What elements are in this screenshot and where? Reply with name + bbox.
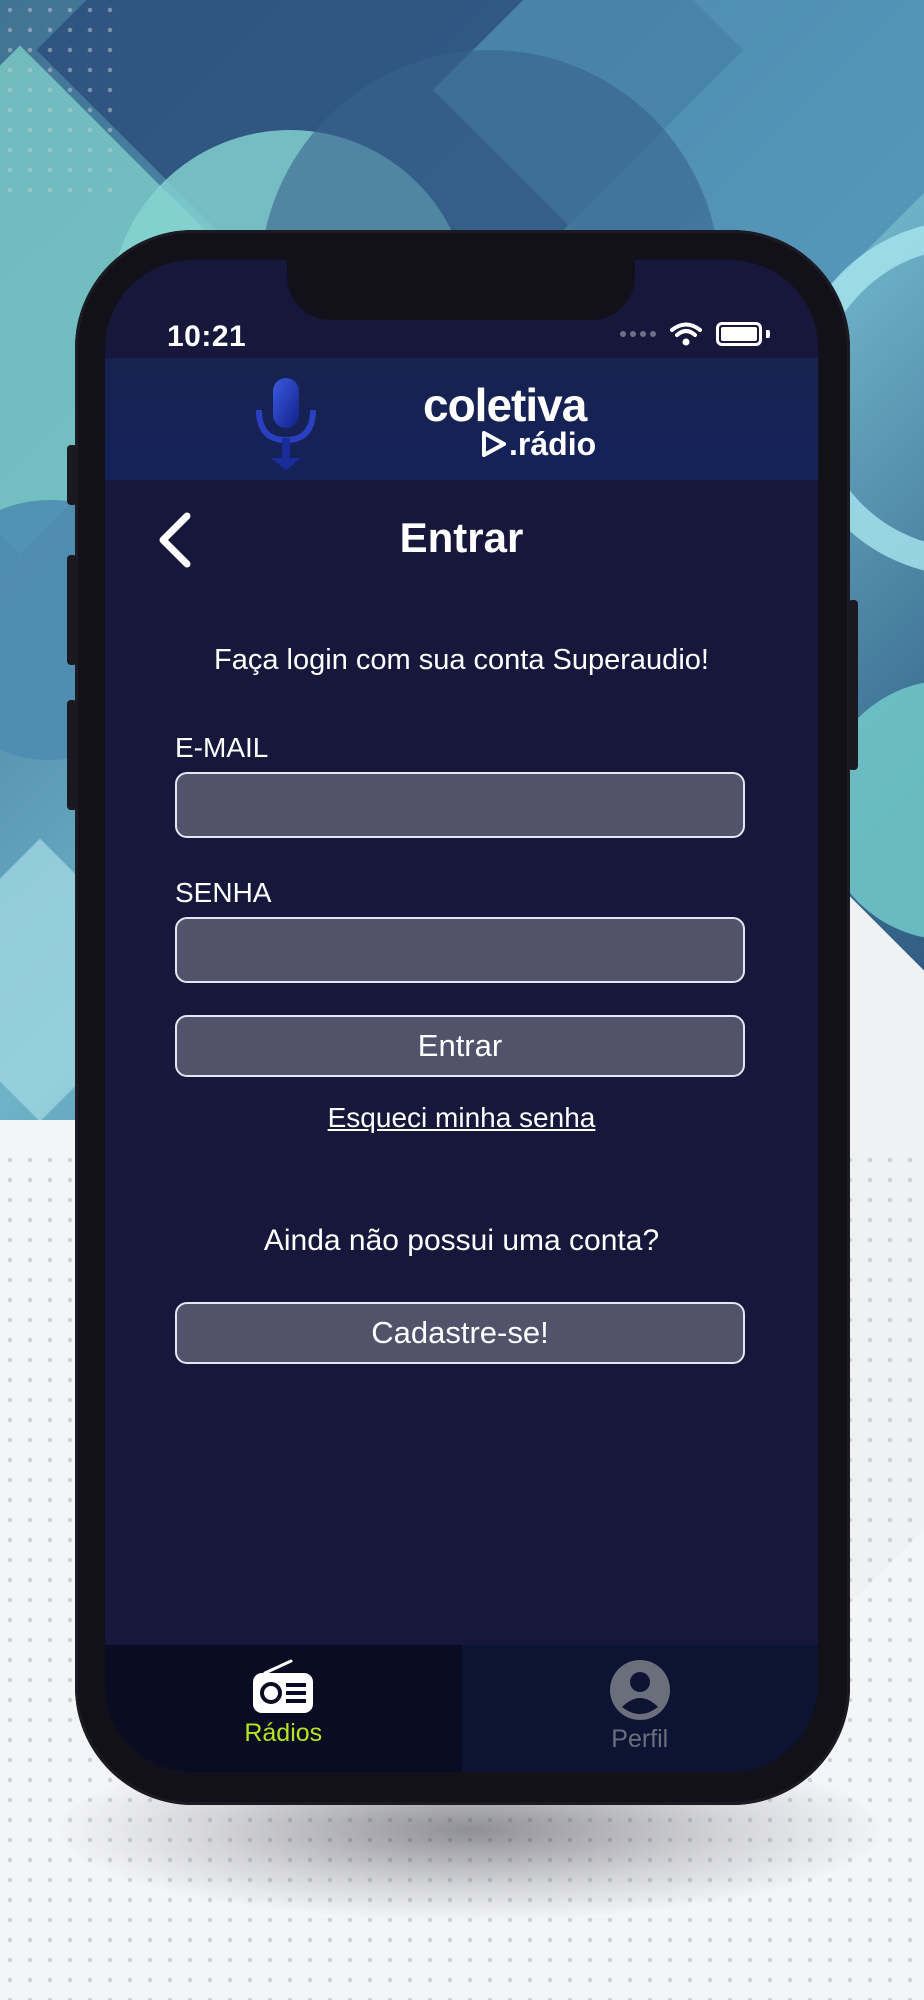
password-label: SENHA <box>175 877 272 908</box>
volume-up-button <box>67 555 77 665</box>
forgot-password-link[interactable]: Esqueci minha senha <box>105 1102 818 1134</box>
login-button[interactable]: Entrar <box>175 1015 745 1077</box>
password-field[interactable] <box>175 917 745 983</box>
tab-radios[interactable]: Rádios <box>105 1645 462 1772</box>
page-title: Entrar <box>399 514 524 561</box>
signal-icon <box>620 331 656 337</box>
radio-icon <box>253 1659 314 1713</box>
wifi-icon <box>670 322 702 346</box>
no-account-text: Ainda não possui uma conta? <box>263 1224 660 1257</box>
page-header: Entrar <box>105 500 818 580</box>
logo-sub-text: .rádio <box>509 426 597 462</box>
tab-perfil[interactable]: Perfil <box>461 1645 818 1772</box>
phone-frame: 10:21 coletiva .rádio Entrar Faça login … <box>67 230 858 1805</box>
tab-perfil-label: Perfil <box>611 1725 669 1753</box>
profile-icon <box>609 1660 670 1720</box>
status-icons <box>620 322 770 346</box>
notch <box>287 260 635 320</box>
play-icon <box>482 431 506 457</box>
tab-radios-label: Rádios <box>244 1719 323 1747</box>
power-button <box>848 600 858 770</box>
logo-main-text: coletiva <box>423 379 587 431</box>
login-subtitle: Faça login com sua conta Superaudio! <box>214 644 709 676</box>
app-logo: coletiva .rádio <box>423 382 596 460</box>
battery-icon <box>716 322 762 346</box>
status-time: 10:21 <box>167 320 247 353</box>
microphone-icon <box>256 378 316 470</box>
app-screen: 10:21 coletiva .rádio Entrar Faça login … <box>105 260 818 1772</box>
tab-bar: Rádios Perfil <box>105 1645 818 1772</box>
volume-down-button <box>67 700 77 810</box>
email-label: E-MAIL <box>175 732 269 763</box>
side-button <box>67 445 77 505</box>
app-header: coletiva .rádio <box>105 358 818 480</box>
email-field[interactable] <box>175 772 745 838</box>
signup-button[interactable]: Cadastre-se! <box>175 1302 745 1364</box>
